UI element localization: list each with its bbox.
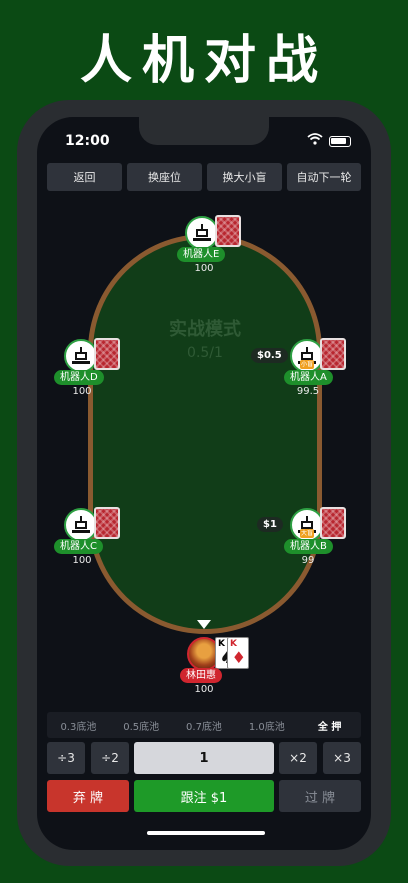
small-blind-badge: 小盲 <box>300 360 314 369</box>
player-d-stack: 100 <box>72 386 92 397</box>
player-e-avatar[interactable] <box>185 216 219 250</box>
hero-stack: 100 <box>194 684 214 695</box>
wifi-icon <box>307 133 323 149</box>
change-seat-button[interactable]: 换座位 <box>127 163 202 191</box>
all-in-option[interactable]: 全 押 <box>298 718 361 733</box>
fold-button[interactable]: 弃 牌 <box>47 780 129 812</box>
home-indicator[interactable] <box>147 831 265 835</box>
big-blind-badge: 大盲 <box>300 529 314 538</box>
player-c-name: 机器人C <box>54 539 103 554</box>
pot-option-0-7[interactable]: 0.7底池 <box>173 718 236 733</box>
robot-icon <box>193 224 211 242</box>
phone-notch <box>139 117 269 145</box>
multiply-3-button[interactable]: ×3 <box>323 742 361 774</box>
diamond-icon: ♦ <box>231 648 246 667</box>
change-blinds-button[interactable]: 换大小盲 <box>207 163 282 191</box>
player-e-name: 机器人E <box>177 247 226 262</box>
call-button[interactable]: 跟注 $1 <box>134 780 274 812</box>
bet-amount-field[interactable]: 1 <box>134 742 274 774</box>
player-c-avatar[interactable] <box>64 508 98 542</box>
robot-icon <box>72 516 90 534</box>
hero-name: 林田惠 <box>180 668 222 683</box>
auto-next-round-button[interactable]: 自动下一轮 <box>287 163 361 191</box>
player-d-card-back <box>94 338 120 370</box>
dealer-arrow-icon <box>197 620 211 629</box>
robot-icon <box>72 347 90 365</box>
player-c-card-back <box>94 507 120 539</box>
player-b-bet: $1 <box>257 517 283 532</box>
player-d-name: 机器人D <box>54 370 104 385</box>
divide-3-button[interactable]: ÷3 <box>47 742 85 774</box>
pot-option-0-5[interactable]: 0.5底池 <box>110 718 173 733</box>
player-b-name: 机器人B <box>284 539 333 554</box>
pot-size-options: 0.3底池 0.5底池 0.7底池 1.0底池 全 押 <box>47 712 361 738</box>
player-d-avatar[interactable] <box>64 339 98 373</box>
player-e-stack: 100 <box>194 263 214 274</box>
mode-label: 实战模式 <box>169 319 241 340</box>
player-a-card-back <box>320 338 346 370</box>
player-b-stack: 99 <box>301 555 315 566</box>
battery-icon <box>329 135 351 147</box>
divide-2-button[interactable]: ÷2 <box>91 742 129 774</box>
player-a-stack: 99.5 <box>296 386 320 397</box>
status-icons <box>307 133 351 149</box>
hero-card-2: K ♦ <box>227 637 249 669</box>
check-button[interactable]: 过 牌 <box>279 780 361 812</box>
app-screen: 12:00 返回 换座位 换大小盲 自动下一轮 实战模式 0.5/1 机器人E … <box>37 117 371 850</box>
back-button[interactable]: 返回 <box>47 163 122 191</box>
pot-option-1-0[interactable]: 1.0底池 <box>235 718 298 733</box>
pot-option-0-3[interactable]: 0.3底池 <box>47 718 110 733</box>
page-headline: 人机对战 <box>79 30 328 91</box>
player-c-stack: 100 <box>72 555 92 566</box>
player-e-card-back <box>215 215 241 247</box>
table-felt <box>93 239 317 629</box>
player-a-name: 机器人A <box>284 370 333 385</box>
player-a-bet: $0.5 <box>251 348 288 363</box>
player-b-card-back <box>320 507 346 539</box>
multiply-2-button[interactable]: ×2 <box>279 742 317 774</box>
status-time: 12:00 <box>65 133 110 149</box>
